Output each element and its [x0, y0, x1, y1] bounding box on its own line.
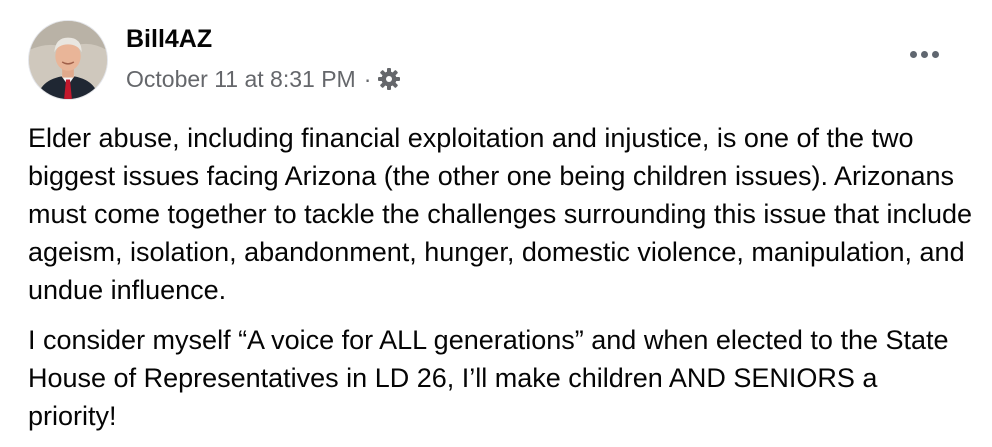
post-meta: October 11 at 8:31 PM · — [126, 64, 401, 94]
author-name[interactable]: Bill4AZ — [126, 24, 212, 54]
post-paragraph: I consider myself “A voice for ALL gener… — [28, 325, 949, 431]
more-dot — [920, 50, 928, 58]
more-dot — [931, 50, 939, 58]
more-dot — [909, 50, 917, 58]
more-options-icon[interactable] — [904, 40, 944, 68]
gear-icon[interactable] — [377, 67, 401, 91]
post-paragraph: Elder abuse, including financial exploit… — [28, 123, 973, 305]
meta-separator: · — [363, 66, 372, 92]
post-body: Elder abuse, including financial exploit… — [28, 119, 973, 447]
profile-photo — [29, 21, 107, 99]
post-timestamp[interactable]: October 11 at 8:31 PM — [126, 64, 356, 94]
facebook-post: Bill4AZ October 11 at 8:31 PM · Elder ab… — [0, 0, 992, 432]
avatar[interactable] — [28, 20, 108, 100]
